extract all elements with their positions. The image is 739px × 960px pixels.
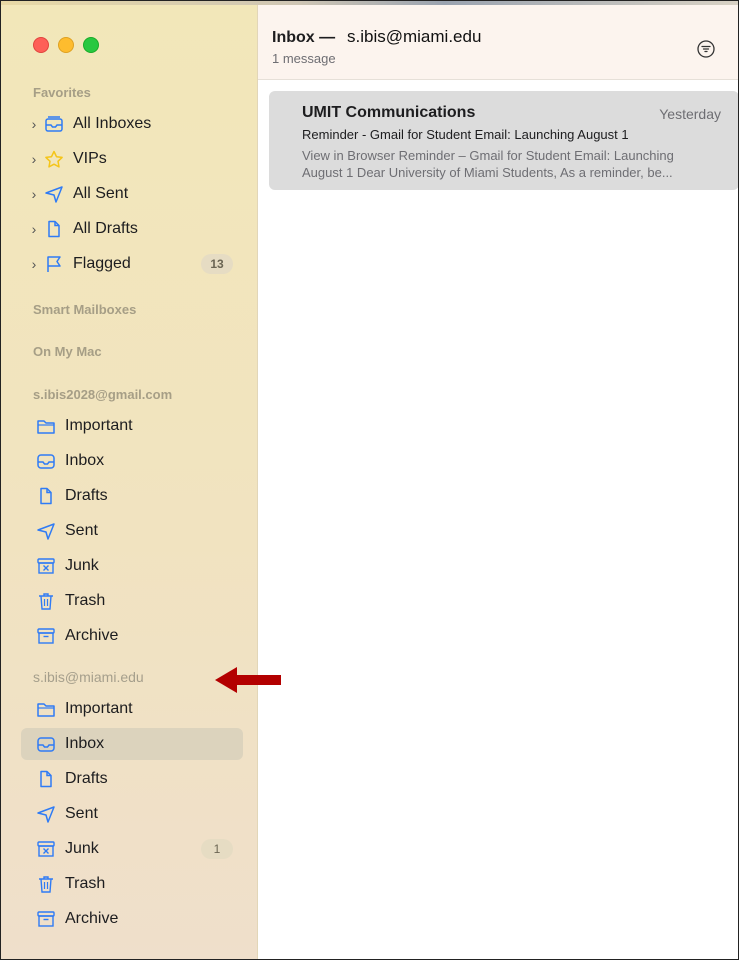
- filter-button[interactable]: [696, 39, 716, 59]
- window-controls: [33, 37, 99, 53]
- sidebar: Favorites › All Inboxes › VIPs › All Sen…: [1, 5, 258, 959]
- account-section-label[interactable]: s.ibis2028@gmail.com: [33, 387, 172, 402]
- unread-count-badge: 13: [201, 254, 233, 274]
- sidebar-item-junk[interactable]: Junk 1: [21, 833, 243, 865]
- sidebar-item-sent[interactable]: Sent: [21, 798, 243, 830]
- sidebar-item-label: Important: [65, 700, 133, 717]
- on-my-mac-section-label[interactable]: On My Mac: [33, 344, 102, 359]
- sidebar-item-important[interactable]: Important: [21, 410, 243, 442]
- annotation-arrow-icon: [215, 667, 281, 693]
- sidebar-item-flagged[interactable]: › Flagged 13: [21, 248, 243, 280]
- sidebar-item-drafts[interactable]: Drafts: [21, 480, 243, 512]
- mailbox-title: Inbox —: [272, 29, 336, 46]
- favorites-section-label[interactable]: Favorites: [33, 85, 91, 100]
- junk-icon: [35, 557, 57, 575]
- filter-icon: [697, 40, 715, 58]
- sidebar-item-label: Trash: [65, 592, 106, 609]
- sidebar-item-all-inboxes[interactable]: › All Inboxes: [21, 108, 243, 140]
- paper-plane-icon: [35, 522, 57, 540]
- sidebar-item-all-sent[interactable]: › All Sent: [21, 178, 243, 210]
- message-list-item[interactable]: UMIT Communications Yesterday Reminder -…: [269, 91, 738, 190]
- sidebar-item-label: Drafts: [65, 487, 108, 504]
- sidebar-item-label: Inbox: [65, 452, 105, 469]
- account-section-label[interactable]: s.ibis@miami.edu: [33, 669, 144, 685]
- inbox-icon: [35, 452, 57, 470]
- close-window-button[interactable]: [33, 37, 49, 53]
- mailbox-header: Inbox — s.ibis@miami.edu 1 message: [258, 5, 738, 80]
- sidebar-item-label: Flagged: [73, 255, 131, 272]
- star-icon: [43, 150, 65, 168]
- archive-icon: [35, 910, 57, 928]
- message-subject: Reminder - Gmail for Student Email: Laun…: [302, 127, 629, 142]
- sidebar-item-archive[interactable]: Archive: [21, 620, 243, 652]
- archive-icon: [35, 627, 57, 645]
- sidebar-item-trash[interactable]: Trash: [21, 868, 243, 900]
- folder-icon: [35, 700, 57, 718]
- sidebar-item-label: Junk: [65, 557, 99, 574]
- message-date: Yesterday: [659, 106, 721, 122]
- sidebar-item-sent[interactable]: Sent: [21, 515, 243, 547]
- zoom-window-button[interactable]: [83, 37, 99, 53]
- paper-plane-icon: [43, 185, 65, 203]
- sidebar-item-all-drafts[interactable]: › All Drafts: [21, 213, 243, 245]
- sidebar-item-inbox-selected[interactable]: Inbox: [21, 728, 243, 760]
- minimize-window-button[interactable]: [58, 37, 74, 53]
- trash-icon: [35, 875, 57, 893]
- chevron-right-icon[interactable]: ›: [27, 186, 41, 202]
- mail-window: Favorites › All Inboxes › VIPs › All Sen…: [0, 0, 739, 960]
- message-count: 1 message: [272, 51, 336, 66]
- sidebar-item-drafts[interactable]: Drafts: [21, 763, 243, 795]
- document-icon: [43, 220, 65, 238]
- paper-plane-icon: [35, 805, 57, 823]
- sidebar-item-label: Important: [65, 417, 133, 434]
- sidebar-item-important[interactable]: Important: [21, 693, 243, 725]
- sidebar-item-label: Sent: [65, 805, 98, 822]
- document-icon: [35, 487, 57, 505]
- message-sender: UMIT Communications: [302, 104, 476, 121]
- sidebar-item-archive[interactable]: Archive: [21, 903, 243, 935]
- document-icon: [35, 770, 57, 788]
- sidebar-item-label: All Drafts: [73, 220, 138, 237]
- folder-icon: [35, 417, 57, 435]
- sidebar-item-label: Archive: [65, 627, 119, 644]
- inbox-stack-icon: [43, 115, 65, 133]
- sidebar-item-inbox[interactable]: Inbox: [21, 445, 243, 477]
- sidebar-item-label: Trash: [65, 875, 106, 892]
- flag-icon: [43, 255, 65, 273]
- chevron-right-icon[interactable]: ›: [27, 116, 41, 132]
- sidebar-item-junk[interactable]: Junk: [21, 550, 243, 582]
- sidebar-item-label: Archive: [65, 910, 119, 927]
- sidebar-item-label: Drafts: [65, 770, 108, 787]
- message-preview-line: August 1 Dear University of Miami Studen…: [302, 165, 673, 180]
- sidebar-item-label: All Sent: [73, 185, 129, 202]
- sidebar-item-label: VIPs: [73, 150, 107, 167]
- mailbox-account-email: s.ibis@miami.edu: [347, 27, 482, 46]
- junk-icon: [35, 840, 57, 858]
- inbox-icon: [35, 735, 57, 753]
- chevron-right-icon[interactable]: ›: [27, 256, 41, 272]
- smart-mailboxes-section-label[interactable]: Smart Mailboxes: [33, 302, 136, 317]
- unread-count-badge: 1: [201, 839, 233, 859]
- sidebar-item-label: Junk: [65, 840, 99, 857]
- sidebar-item-trash[interactable]: Trash: [21, 585, 243, 617]
- message-preview-line: View in Browser Reminder – Gmail for Stu…: [302, 148, 674, 163]
- sidebar-item-label: All Inboxes: [73, 115, 152, 132]
- message-preview: View in Browser Reminder – Gmail for Stu…: [302, 147, 722, 181]
- sidebar-item-vips[interactable]: › VIPs: [21, 143, 243, 175]
- sidebar-item-label: Sent: [65, 522, 98, 539]
- sidebar-item-label: Inbox: [65, 735, 105, 752]
- chevron-right-icon[interactable]: ›: [27, 221, 41, 237]
- trash-icon: [35, 592, 57, 610]
- chevron-right-icon[interactable]: ›: [27, 151, 41, 167]
